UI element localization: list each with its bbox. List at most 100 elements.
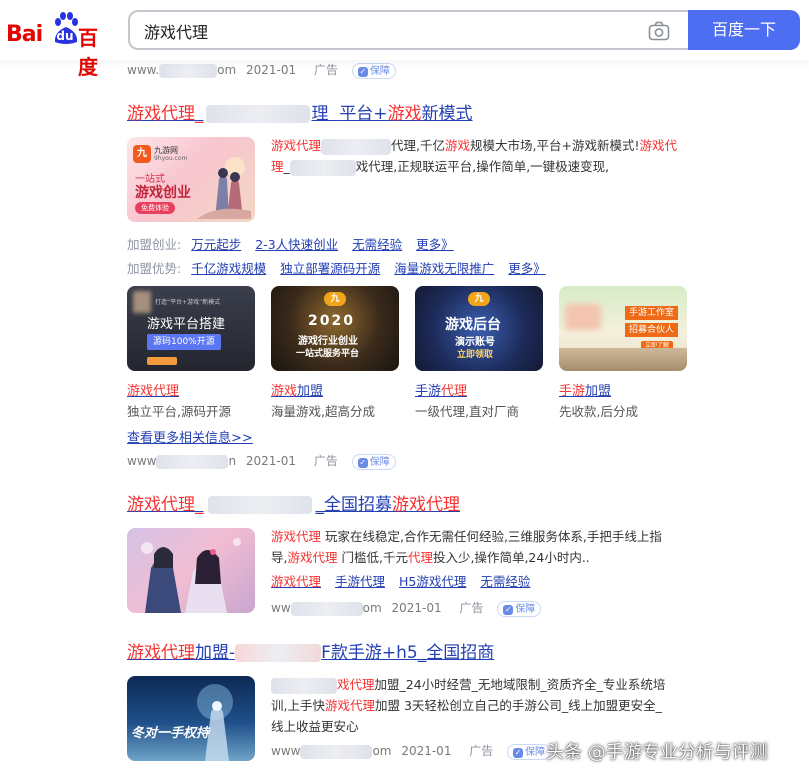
logo-bai: Bai [6, 22, 43, 47]
blurred-text [271, 677, 337, 694]
card-2-title[interactable]: 游戏加盟 [271, 380, 323, 399]
blurred-text [289, 159, 356, 176]
search-input[interactable] [144, 20, 624, 42]
title-highlight: 游戏代理 [127, 643, 195, 663]
desc-line: 导,游戏代理 门槛低,千元代理投入少,操作简单,24小时内.. [271, 547, 711, 568]
desc-text: _ [283, 159, 290, 174]
result-2-meta: ww om 2021-01 广告 ✓ 保障 [271, 599, 542, 617]
card-3-subtitle: 一级代理,直对厂商 [415, 404, 519, 419]
guarantee-label: 保障 [369, 456, 390, 468]
result-date: 2021-01 [246, 63, 297, 77]
ad-label[interactable]: 广告 [314, 63, 338, 77]
result-2-links: 游戏代理 手游代理 H5游戏代理 无需经验 [271, 573, 544, 591]
card-4-subtitle: 先收款,后分成 [559, 404, 638, 419]
sitelink[interactable]: 独立部署源码开源 [280, 261, 380, 276]
url-start: www. [127, 63, 160, 77]
ad-label[interactable]: 广告 [469, 744, 493, 758]
card-image-text: 游戏行业创业 [298, 336, 358, 347]
result-date: 2021-01 [245, 454, 297, 468]
sitelink[interactable]: 千亿游戏规模 [191, 261, 266, 276]
result-3-meta: www om 2021-01 广告 ✓ 保障 [271, 742, 552, 760]
guarantee-badge[interactable]: ✓ 保障 [351, 62, 396, 79]
card-image-ground [559, 348, 687, 371]
desc-highlight: 理 [271, 159, 284, 174]
desc-line: 线上收益更安心 [271, 719, 359, 734]
url-start: ww [271, 601, 291, 615]
sitelink-more[interactable]: 更多》 [416, 237, 454, 252]
desc-highlight: 游戏代理 [324, 698, 375, 713]
result-1-thumbnail[interactable]: 九 九游网 9hyou.com 一站式 游戏创业 免费体验 [127, 137, 255, 222]
card-4-image[interactable]: 手游工作室 招募合伙人 立即了解 [559, 286, 687, 371]
sitelinks-label: 加盟创业: [127, 237, 182, 252]
desc-line: 理_ 戏代理,正规联运平台,操作简单,一键极速变现, [271, 156, 711, 177]
desc-text: 投入少,操作简单,24小时内.. [432, 550, 590, 565]
check-icon: ✓ [513, 747, 524, 758]
guarantee-badge[interactable]: ✓ 保障 [351, 453, 396, 470]
result-2-thumbnail[interactable] [127, 528, 255, 613]
desc-highlight: 游戏代 [639, 138, 677, 153]
sitelink[interactable]: 海量游戏无限推广 [394, 261, 494, 276]
card-4-title[interactable]: 手游加盟 [559, 380, 611, 399]
card-image-text: 手游工作室 [625, 306, 679, 320]
thumb-line-2: 游戏创业 [135, 185, 191, 201]
desc-text: 加盟 3天轻松创立自己的手游公司_线上加盟更安全_ [375, 698, 662, 713]
desc-line: 游戏代理 玩家在线稳定,合作无需任何经验,三维服务体系,手把手线上指 [271, 526, 711, 547]
blurred-logo [565, 304, 601, 330]
anime-characters-illustration [141, 538, 241, 613]
guarantee-badge[interactable]: ✓ 保障 [507, 743, 552, 760]
search-box [128, 10, 688, 50]
ad-label[interactable]: 广告 [459, 601, 483, 615]
sitelink-more[interactable]: 更多》 [508, 261, 546, 276]
blurred-logo [133, 291, 151, 313]
watermark: 头条 @手游专业分析与评测 [546, 742, 768, 763]
sitelink[interactable]: 游戏代理 [271, 574, 321, 589]
jiuyou-badge-icon: 九 [468, 292, 490, 306]
card-image-text: 招募合伙人 [625, 323, 679, 337]
title-text: 全国招募 [324, 495, 392, 515]
sitelink[interactable]: H5游戏代理 [399, 574, 466, 589]
logo-du: du [56, 29, 74, 43]
title-text: 新模式 [421, 104, 473, 124]
result-2-title[interactable]: 游戏代理_ _全国招募游戏代理 [127, 494, 460, 516]
jiuyou-logo-icon: 九 [133, 145, 151, 163]
url-end: om [217, 63, 237, 77]
sitelink[interactable]: 无需经验 [480, 574, 530, 589]
search-header: Bai du 百度 百度一下 [0, 0, 809, 79]
guarantee-badge[interactable]: ✓ 保障 [497, 600, 542, 617]
title-text: 理 [311, 104, 329, 124]
baidu-logo[interactable]: Bai du 百度 [6, 12, 116, 79]
card-3-image[interactable]: 九 游戏后台 演示账号 立即领取 [415, 286, 543, 371]
result-3-thumbnail[interactable]: 冬对一手权持 [127, 676, 255, 761]
desc-highlight: 游戏 [445, 138, 471, 153]
card-1-image[interactable]: 打造“平台+游戏”新模式 游戏平台搭建 源码100%开源 [127, 286, 255, 371]
sitelink[interactable]: 手游代理 [335, 574, 385, 589]
sitelink[interactable]: 2-3人快速创业 [255, 237, 338, 252]
blurred-url [300, 744, 373, 759]
card-3-title[interactable]: 手游代理 [415, 380, 467, 399]
ad-label[interactable]: 广告 [314, 454, 338, 468]
thumb-logo-sub: 9hyou.com [154, 155, 188, 162]
result-1-title[interactable]: 游戏代理_ 理 平台+游戏新模式 [127, 103, 473, 125]
card-image-small-text: 打造“平台+游戏”新模式 [155, 299, 221, 306]
card-1-title[interactable]: 游戏代理 [127, 380, 179, 399]
card-title-highlight: 手游 [559, 384, 586, 399]
desc-text: 规模大市场,平台+游戏新模式! [470, 138, 640, 153]
sitelink[interactable]: 万元起步 [191, 237, 241, 252]
camera-icon[interactable] [648, 21, 670, 41]
desc-line: 戏代理加盟_24小时经营_无地域限制_资质齐全_专业系统培 [271, 674, 711, 695]
desc-text: 玩家在线稳定,合作无需任何经验,三维服务体系,手把手线上指 [321, 529, 662, 544]
result-3-title[interactable]: 游戏代理加盟- F款手游+h5_全国招商 [127, 642, 494, 664]
more-info-link[interactable]: 查看更多相关信息>> [127, 427, 253, 446]
result-1-meta: www n 2021-01 广告 ✓ 保障 [127, 452, 396, 470]
title-highlight: 游戏代理 [392, 495, 460, 515]
title-separator: _ [195, 104, 204, 124]
card-title-highlight: 游戏代理 [127, 384, 180, 399]
sitelinks-row-2: 加盟优势: 千亿游戏规模 独立部署源码开源 海量游戏无限推广 更多》 [127, 260, 560, 278]
card-2-image[interactable]: 九 2020 游戏行业创业 一站式服务平台 [271, 286, 399, 371]
search-button[interactable]: 百度一下 [688, 10, 800, 50]
card-image-text: 游戏后台 [445, 317, 501, 333]
card-image-button: 源码100%开源 [147, 334, 221, 350]
desc-line: 训,上手快游戏代理加盟 3天轻松创立自己的手游公司_线上加盟更安全_ [271, 695, 711, 716]
sitelink[interactable]: 无需经验 [352, 237, 402, 252]
desc-text: 训,上手快 [271, 698, 325, 713]
